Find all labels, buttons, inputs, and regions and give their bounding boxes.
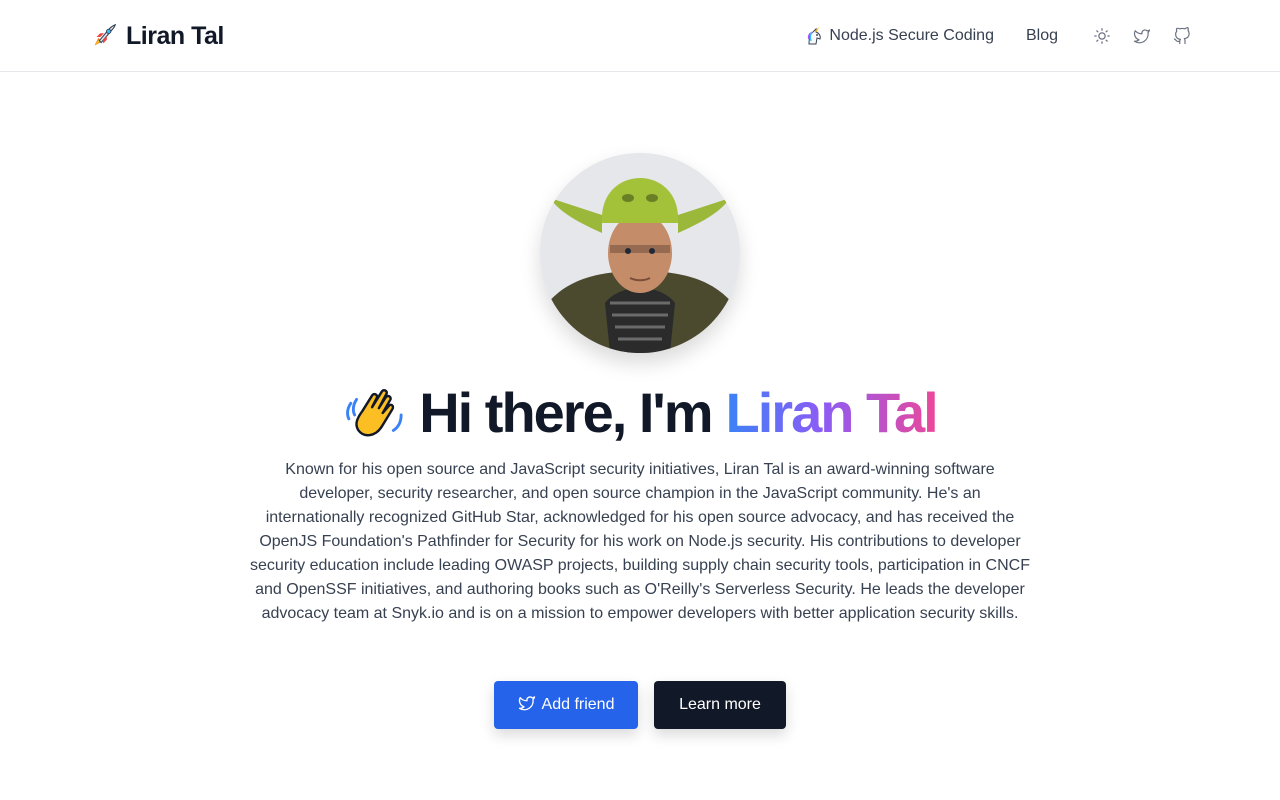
rocket-icon [89, 21, 119, 51]
page-title: Hi there, I'm Liran Tal [0, 378, 1280, 448]
waving-hand-icon [343, 382, 405, 444]
site-header: Liran Tal Node.js Secure Coding Blog [0, 0, 1280, 72]
add-friend-label: Add friend [541, 696, 615, 713]
github-icon[interactable] [1172, 26, 1192, 46]
main-nav: Node.js Secure Coding Blog [805, 20, 1192, 52]
brand-name: Liran Tal [126, 21, 224, 50]
add-friend-button[interactable]: Add friend [494, 681, 638, 729]
twitter-icon [518, 694, 536, 717]
nav-link-secure-coding-label: Node.js Secure Coding [829, 27, 994, 44]
avatar [540, 153, 740, 353]
greeting-text: Hi there, I'm [419, 381, 713, 444]
hero-actions: Add friend Learn more [0, 681, 1280, 729]
brand-link[interactable]: Liran Tal [89, 20, 224, 52]
highlighted-name: Liran Tal [726, 378, 939, 448]
bio-text: Known for his open source and JavaScript… [250, 461, 1030, 622]
nav-link-blog[interactable]: Blog [1026, 27, 1058, 45]
unicorn-icon [805, 26, 825, 46]
twitter-icon[interactable] [1132, 26, 1152, 46]
learn-more-button[interactable]: Learn more [654, 681, 786, 729]
hero-section: Hi there, I'm Liran Tal Known for his op… [0, 72, 1280, 800]
sun-icon[interactable] [1092, 26, 1112, 46]
nav-link-secure-coding[interactable]: Node.js Secure Coding [805, 26, 994, 46]
